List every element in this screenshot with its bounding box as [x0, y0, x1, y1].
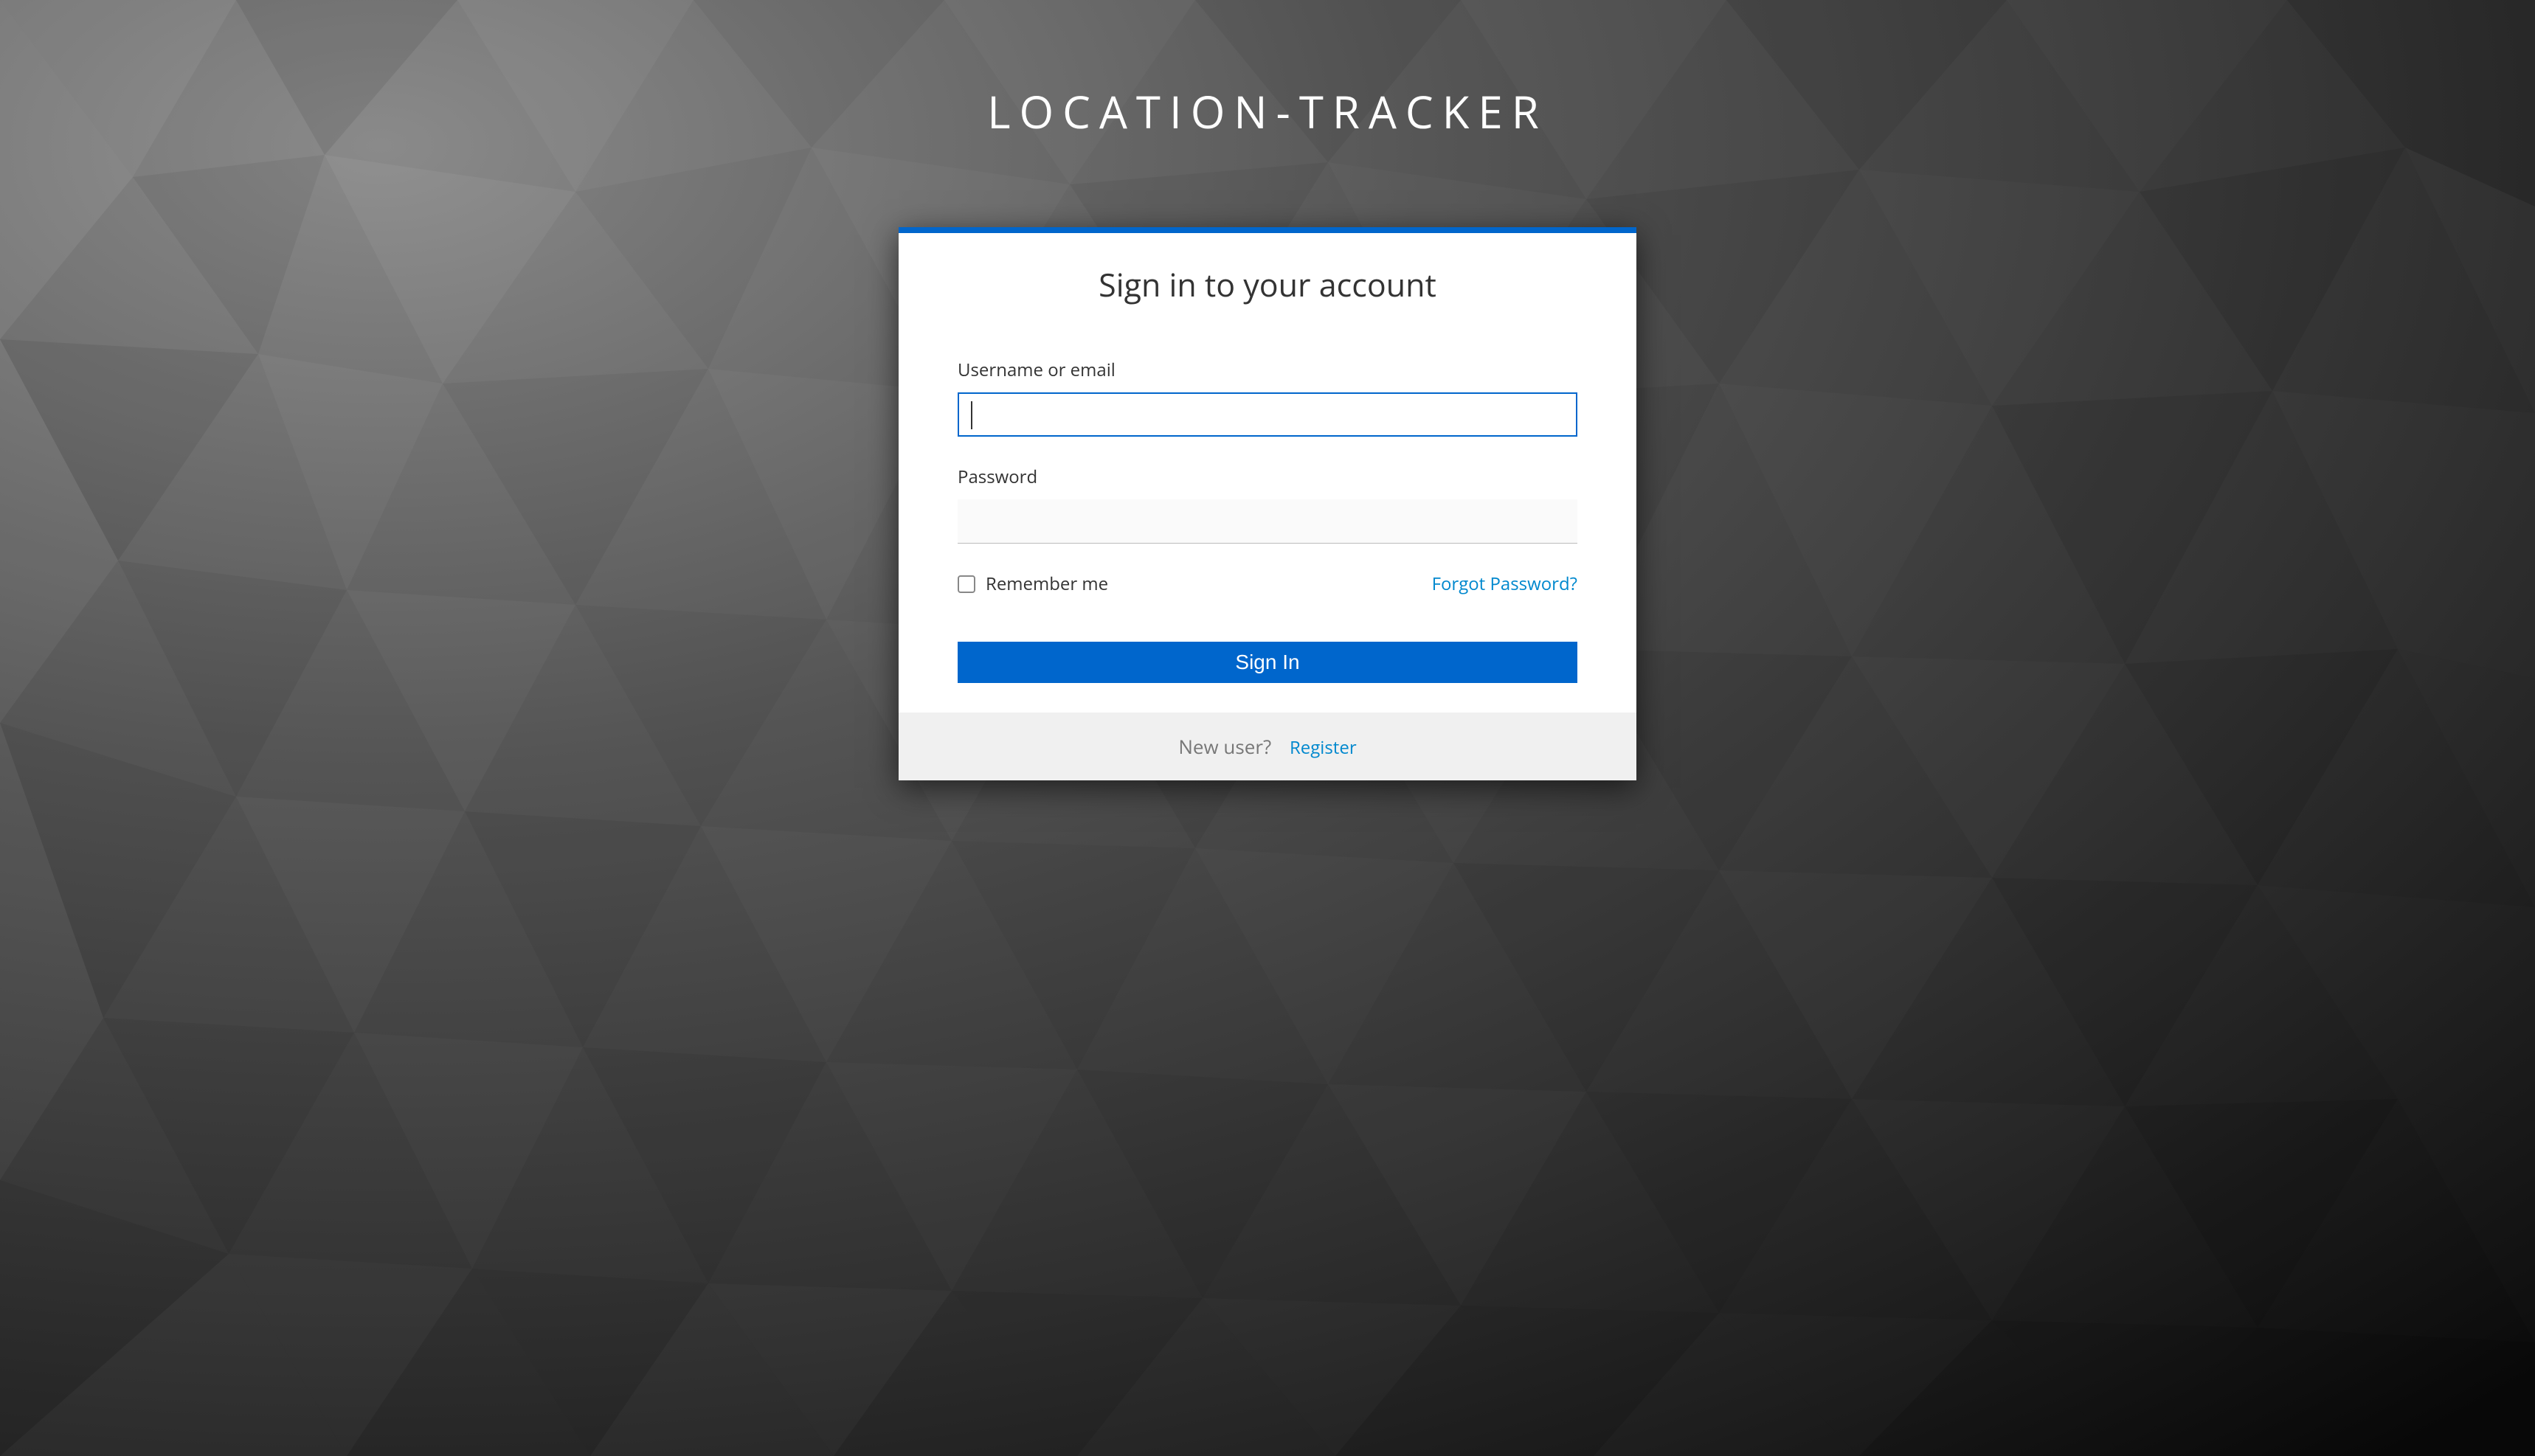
text-caret: [971, 401, 972, 429]
register-link[interactable]: Register: [1290, 735, 1357, 760]
username-label: Username or email: [958, 358, 1577, 382]
app-title: LOCATION-TRACKER: [987, 81, 1548, 142]
remember-wrap: Remember me: [958, 572, 1108, 596]
options-row: Remember me Forgot Password?: [958, 572, 1577, 596]
username-input[interactable]: [958, 392, 1577, 437]
password-group: Password: [958, 465, 1577, 544]
username-group: Username or email: [958, 358, 1577, 437]
page-container: LOCATION-TRACKER Sign in to your account…: [0, 0, 2535, 780]
card-heading: Sign in to your account: [958, 263, 1577, 306]
new-user-text: New user?: [1178, 733, 1271, 760]
remember-label: Remember me: [986, 572, 1108, 596]
signin-card: Sign in to your account Username or emai…: [899, 227, 1636, 780]
password-input[interactable]: [958, 499, 1577, 544]
card-footer: New user? Register: [899, 713, 1636, 780]
signin-button[interactable]: Sign In: [958, 642, 1577, 683]
forgot-password-link[interactable]: Forgot Password?: [1432, 572, 1577, 596]
password-label: Password: [958, 465, 1577, 489]
card-body: Sign in to your account Username or emai…: [899, 233, 1636, 713]
remember-checkbox[interactable]: [958, 575, 975, 593]
